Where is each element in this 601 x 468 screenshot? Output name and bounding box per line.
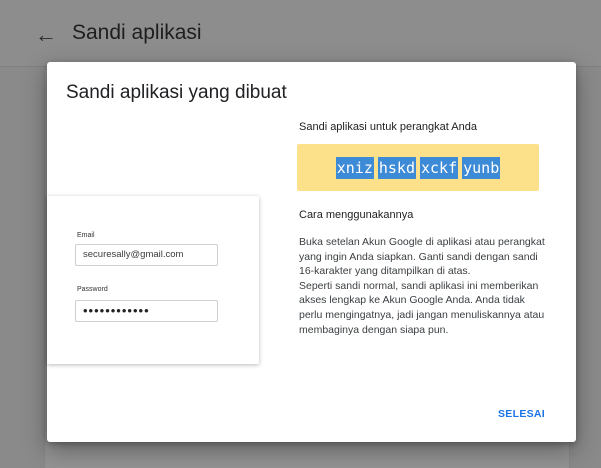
how-to-heading: Cara menggunakannya xyxy=(299,209,414,221)
password-group-3: xckf xyxy=(420,156,459,179)
app-password-dialog: Sandi aplikasi yang dibuat Email secures… xyxy=(47,62,576,442)
password-group-1: xniz xyxy=(335,156,374,179)
done-button[interactable]: SELESAI xyxy=(494,406,549,422)
page-header: ← Sandi aplikasi xyxy=(0,0,601,67)
illustration-password-field: •••••••••••• xyxy=(75,300,218,322)
illustration-email-field: securesally@gmail.com xyxy=(75,244,218,266)
password-group-2: hskd xyxy=(377,156,416,179)
illustration-email-label: Email xyxy=(77,232,95,239)
dialog-title: Sandi aplikasi yang dibuat xyxy=(66,82,287,103)
sign-in-illustration: Email securesally@gmail.com Password •••… xyxy=(47,196,259,364)
illustration-password-label: Password xyxy=(77,286,108,293)
instructions-paragraph-1: Buka setelan Akun Google di aplikasi ata… xyxy=(299,236,545,278)
page-title: Sandi aplikasi xyxy=(72,21,202,44)
instructions-paragraph-2: Seperti sandi normal, sandi aplikasi ini… xyxy=(299,279,545,336)
generated-password-box: xniz hskd xckf yunb xyxy=(297,144,539,191)
arrow-left-icon[interactable]: ← xyxy=(33,22,59,48)
password-group-4: yunb xyxy=(462,156,501,179)
password-heading: Sandi aplikasi untuk perangkat Anda xyxy=(299,121,477,133)
instructions: Buka setelan Akun Google di aplikasi ata… xyxy=(299,235,549,337)
